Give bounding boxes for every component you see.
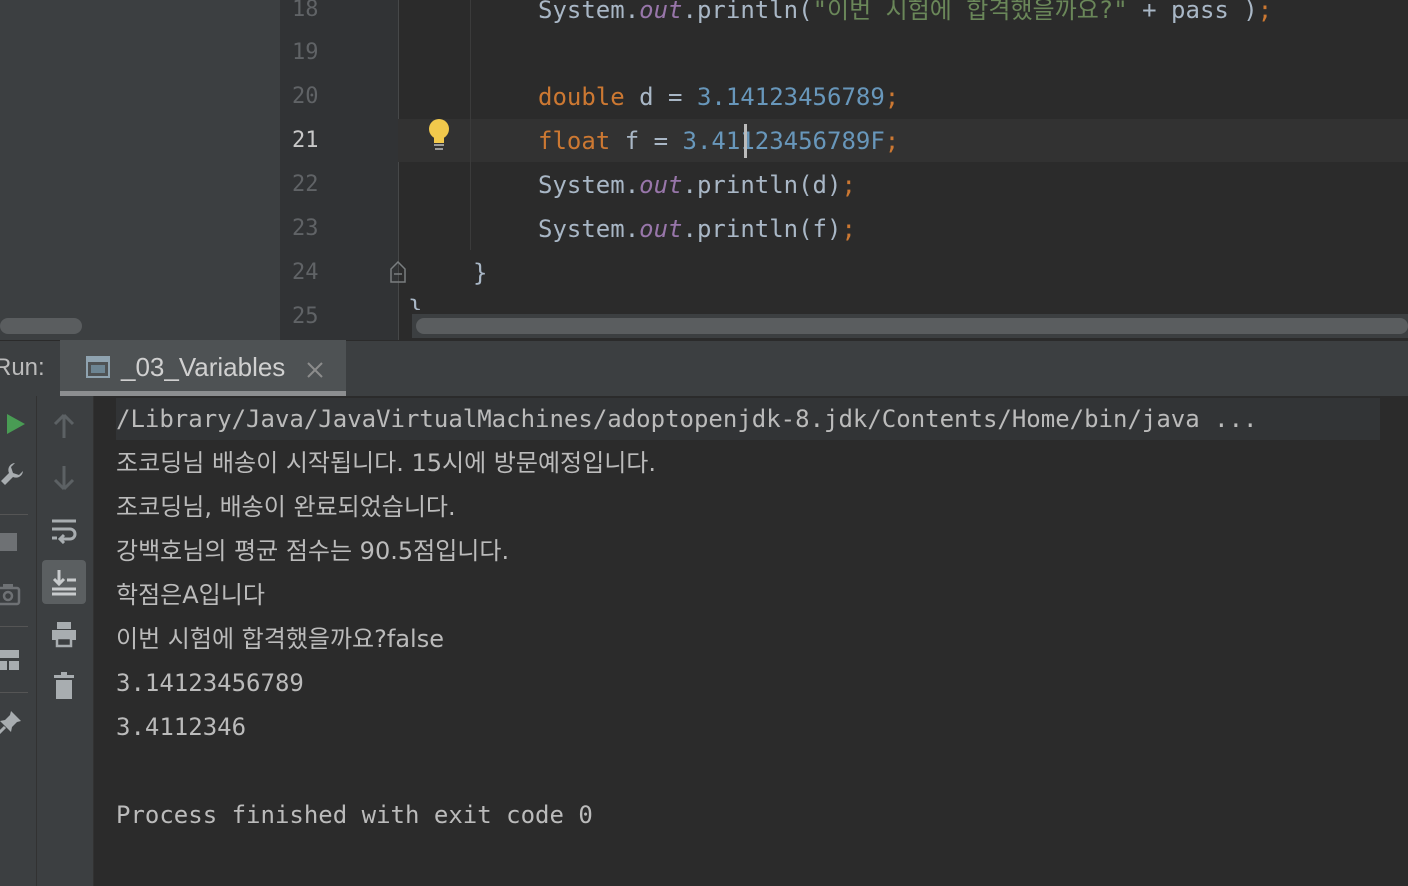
code-line-25[interactable]: } xyxy=(408,298,422,310)
fold-marker-icon[interactable] xyxy=(389,261,407,283)
line-number-current: 21 xyxy=(292,128,319,153)
camera-icon xyxy=(0,584,21,606)
project-panel xyxy=(0,0,280,340)
stop-icon xyxy=(0,533,17,551)
code-token: .println(d) xyxy=(682,171,842,199)
console-line: 이번 시험에 합격했을까요?false xyxy=(116,625,444,653)
console-line: 조코딩님, 배송이 완료되었습니다. xyxy=(116,493,456,521)
layout-icon xyxy=(0,650,19,670)
console-line: 3.4112346 xyxy=(116,713,247,741)
code-line-23[interactable]: System.out.println(f); xyxy=(538,207,856,251)
code-token: + pass ) xyxy=(1127,0,1258,24)
previous-occurrence-button[interactable] xyxy=(42,404,86,448)
next-occurrence-button[interactable] xyxy=(42,456,86,500)
restore-layout-button[interactable] xyxy=(0,638,30,682)
code-token-number: 3.41123456789F xyxy=(682,127,885,155)
code-token: f = xyxy=(610,127,683,155)
code-token: System. xyxy=(538,0,640,24)
run-label: Run: xyxy=(0,354,45,381)
line-number: 22 xyxy=(292,172,319,197)
code-token-keyword: float xyxy=(538,127,611,155)
settings-button[interactable] xyxy=(0,452,34,496)
code-token-field: out xyxy=(639,0,683,24)
code-line-18[interactable]: System.out.println("이번 시험에 합격했을까요?" + pa… xyxy=(538,0,1272,32)
line-number: 20 xyxy=(292,84,319,109)
toolbar-separator xyxy=(0,514,28,515)
pin-icon xyxy=(0,711,21,735)
console-line: 학점은A입니다 xyxy=(116,581,265,609)
up-arrow-icon xyxy=(53,413,75,438)
rerun-icon xyxy=(7,414,25,434)
code-token-semicolon: ; xyxy=(884,127,900,155)
dump-threads-button[interactable] xyxy=(0,572,30,616)
console-toolbar xyxy=(37,396,94,886)
code-line-20[interactable]: double d = 3.14123456789; xyxy=(538,75,899,119)
code-token-field: out xyxy=(639,171,683,199)
run-tab-title: _03_Variables xyxy=(121,352,286,382)
console-exit-line: Process finished with exit code 0 xyxy=(116,801,593,829)
code-token-field: out xyxy=(639,215,683,243)
code-line-22[interactable]: System.out.println(d); xyxy=(538,163,856,207)
print-icon xyxy=(52,622,76,648)
print-button[interactable] xyxy=(42,612,86,656)
line-number: 25 xyxy=(292,304,319,329)
toolbar-separator xyxy=(0,692,28,693)
line-number: 23 xyxy=(292,216,319,241)
lightbulb-icon[interactable] xyxy=(427,118,451,152)
pin-tab-button[interactable] xyxy=(0,700,32,744)
clear-all-button[interactable] xyxy=(42,664,86,708)
console-line: 강백호님의 평균 점수는 90.5점입니다. xyxy=(116,537,510,565)
code-token-semicolon: ; xyxy=(841,215,856,243)
line-number: 24 xyxy=(292,260,319,285)
wrench-icon xyxy=(1,463,23,485)
line-number: 18 xyxy=(292,0,319,22)
code-line-21[interactable]: float f = 3.41123456789F; xyxy=(538,119,899,163)
code-token-string: "이번 시험에 합격했을까요?" xyxy=(812,0,1128,24)
line-number: 19 xyxy=(292,40,319,65)
code-token-keyword: double xyxy=(538,83,625,111)
code-token-semicolon: ; xyxy=(1257,0,1273,24)
code-token-semicolon: ; xyxy=(841,171,856,199)
project-horizontal-scrollbar[interactable] xyxy=(0,318,82,334)
console-line: 3.14123456789 xyxy=(116,669,304,697)
code-token: System. xyxy=(538,215,640,243)
console-window-icon xyxy=(86,356,110,378)
toolbar-separator xyxy=(0,626,28,627)
rerun-button[interactable] xyxy=(0,402,38,446)
code-token-number: 3.14123456789 xyxy=(696,83,885,111)
console-line: 조코딩님 배송이 시작됩니다. 15시에 방문예정입니다. xyxy=(116,449,656,477)
scroll-to-end-icon xyxy=(52,570,76,596)
text-caret xyxy=(744,124,747,158)
scroll-to-end-button[interactable] xyxy=(42,560,86,604)
close-icon[interactable] xyxy=(305,360,325,380)
soft-wrap-button[interactable] xyxy=(42,508,86,552)
code-token: d = xyxy=(624,83,697,111)
code-token: .println( xyxy=(682,0,813,24)
code-token: .println(f) xyxy=(682,215,842,243)
stop-button[interactable] xyxy=(0,520,30,564)
code-token: System. xyxy=(538,171,640,199)
soft-wrap-icon xyxy=(52,519,77,544)
code-line-24[interactable]: } xyxy=(473,251,487,295)
indent-guide xyxy=(470,0,471,250)
down-arrow-icon xyxy=(53,466,75,491)
code-token-semicolon: ; xyxy=(884,83,900,111)
trash-icon xyxy=(54,672,74,699)
editor-horizontal-scrollbar[interactable] xyxy=(416,318,1408,334)
console-command-line[interactable]: /Library/Java/JavaVirtualMachines/adopto… xyxy=(116,397,1258,441)
run-left-toolbar xyxy=(0,396,37,886)
